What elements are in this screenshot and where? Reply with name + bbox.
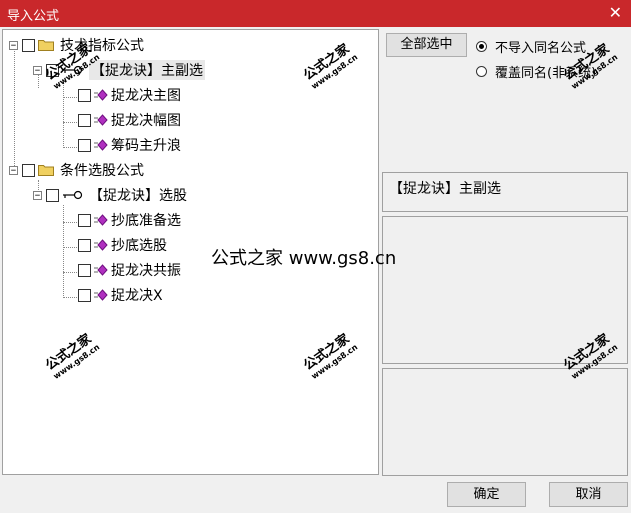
tree-leaf[interactable]: 捉龙决主图	[78, 83, 181, 107]
checkbox[interactable]	[22, 38, 35, 52]
tree-label: 抄底准备选	[111, 213, 181, 229]
description-box	[382, 216, 628, 364]
tree-leaf[interactable]: 捉龙决共振	[78, 258, 181, 282]
tree-group-stock-selection[interactable]: − 条件选股公式	[9, 158, 144, 182]
tree-label: 抄底选股	[111, 238, 167, 254]
collapse-icon[interactable]: −	[33, 190, 42, 200]
collapse-icon[interactable]: −	[33, 65, 42, 75]
checkbox[interactable]	[78, 138, 91, 152]
tree-leaf[interactable]: 捉龙决幅图	[78, 108, 181, 132]
tree-leaf[interactable]: 捉龙决X	[78, 283, 163, 307]
tree-node-main-sub[interactable]: − 【捉龙诀】主副选	[33, 58, 205, 82]
formula-diamond-icon	[94, 239, 108, 251]
folder-icon	[38, 40, 54, 51]
tree-leaf[interactable]: 抄底准备选	[78, 208, 181, 232]
checkbox[interactable]	[46, 188, 59, 202]
selected-formula-name: 【捉龙诀】主副选	[389, 181, 501, 197]
collapse-icon[interactable]: −	[9, 165, 18, 175]
tree-label: 筹码主升浪	[111, 138, 181, 154]
info-box	[382, 368, 628, 476]
formula-diamond-icon	[94, 139, 108, 151]
radio-skip-duplicates[interactable]: 不导入同名公式	[476, 37, 586, 56]
window-title: 导入公式	[7, 9, 60, 24]
tree-group-tech-indicators[interactable]: − 技术指标公式	[9, 33, 144, 57]
radio-label: 覆盖同名(非系统)	[495, 66, 597, 81]
checkbox[interactable]	[78, 213, 91, 227]
formula-diamond-icon	[94, 114, 108, 126]
checkbox[interactable]	[78, 88, 91, 102]
tree-label: 【捉龙诀】选股	[89, 188, 187, 204]
folder-icon	[38, 165, 54, 176]
checkbox[interactable]	[78, 238, 91, 252]
tree-label: 捉龙决主图	[111, 88, 181, 104]
formula-diamond-icon	[94, 214, 108, 226]
close-icon[interactable]: ✕	[609, 3, 622, 22]
tree-label: 技术指标公式	[60, 38, 144, 54]
formula-diamond-icon	[94, 289, 108, 301]
tree-label: 捉龙决X	[111, 288, 163, 304]
radio-overwrite-duplicates[interactable]: 覆盖同名(非系统)	[476, 62, 596, 81]
radio-unselected-icon[interactable]	[476, 66, 487, 77]
radio-label: 不导入同名公式	[495, 41, 587, 56]
checkbox[interactable]	[78, 263, 91, 277]
checkbox[interactable]	[78, 288, 91, 302]
checkbox[interactable]	[78, 113, 91, 127]
checkbox[interactable]	[22, 163, 35, 177]
tree-label: 【捉龙诀】主副选	[89, 60, 205, 80]
collapse-icon[interactable]: −	[9, 40, 18, 50]
key-icon	[63, 190, 83, 200]
tree-leaf[interactable]: 筹码主升浪	[78, 133, 181, 157]
tree-label: 捉龙决幅图	[111, 113, 181, 129]
watermark-center: 公式之家 www.gs8.cn	[211, 248, 397, 269]
tree-leaf[interactable]: 抄底选股	[78, 233, 167, 257]
tree-label: 条件选股公式	[60, 163, 144, 179]
cancel-button[interactable]: 取消	[549, 482, 628, 507]
selected-name-box: 【捉龙诀】主副选	[382, 172, 628, 212]
formula-diamond-icon	[94, 264, 108, 276]
formula-diamond-icon	[94, 89, 108, 101]
tree-node-selection[interactable]: − 【捉龙诀】选股	[33, 183, 187, 207]
checkbox[interactable]	[46, 63, 59, 77]
key-icon	[63, 65, 83, 75]
ok-button[interactable]: 确定	[447, 482, 526, 507]
title-bar: 导入公式 ✕	[0, 0, 631, 27]
tree-label: 捉龙决共振	[111, 263, 181, 279]
radio-selected-icon[interactable]	[476, 41, 487, 52]
select-all-button[interactable]: 全部选中	[386, 33, 467, 57]
